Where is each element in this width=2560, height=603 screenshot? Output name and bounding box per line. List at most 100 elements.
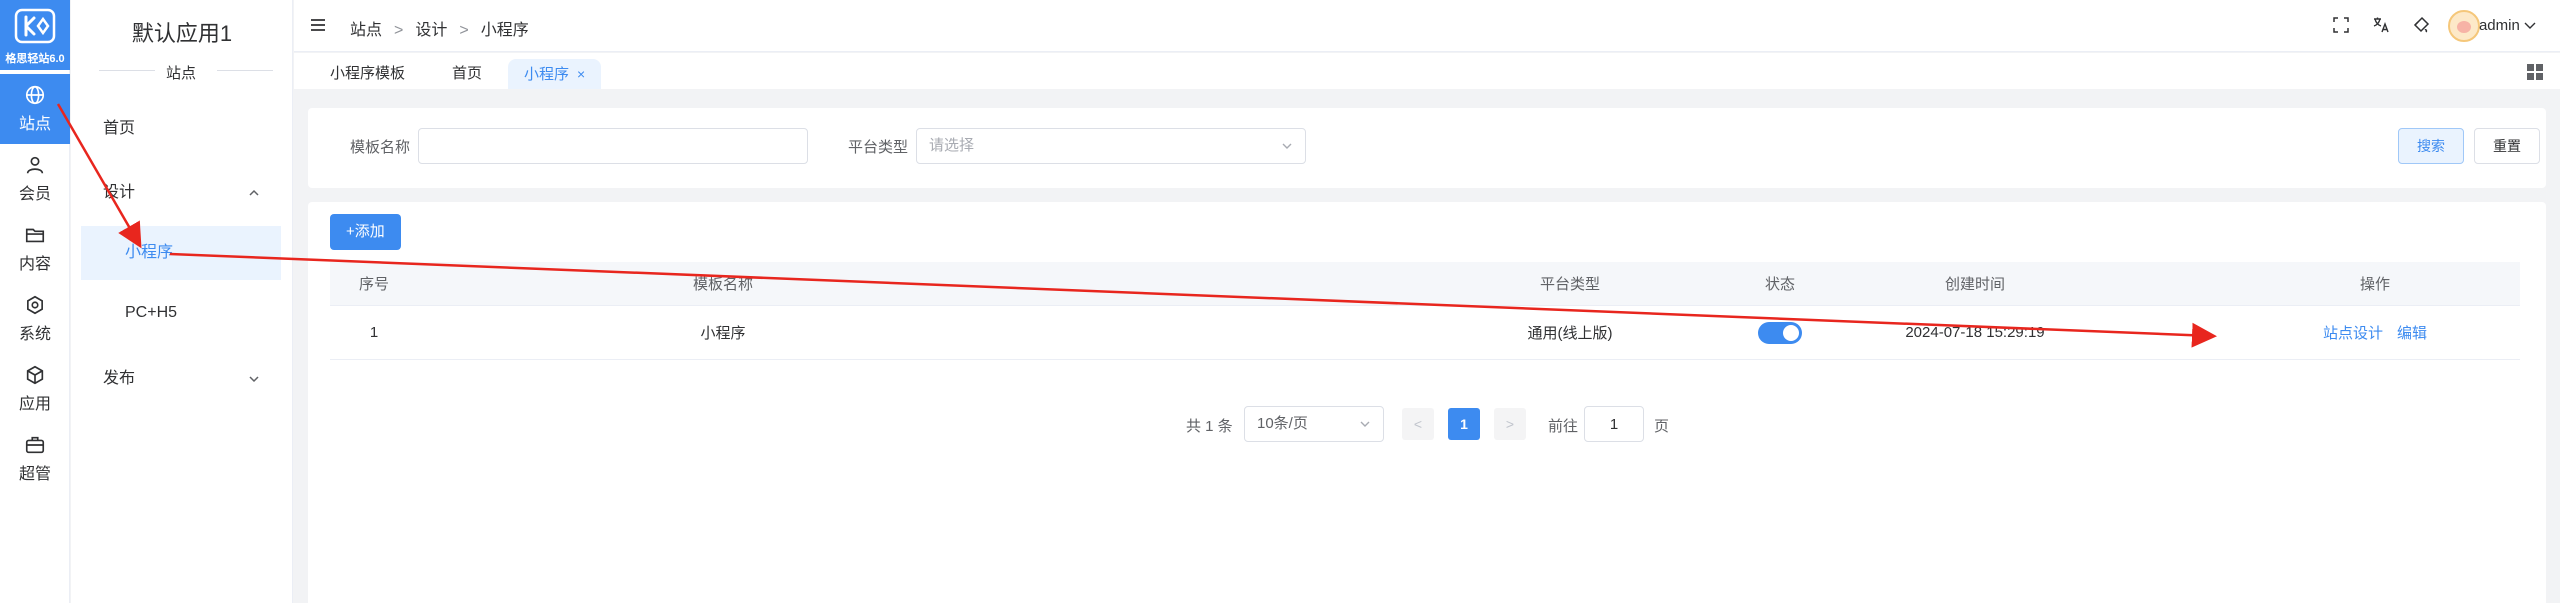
user-menu[interactable]: admin bbox=[2479, 17, 2536, 34]
icon-rail: 格思轻站6.0 站点 会员 内容 系统 应用 超管 bbox=[0, 0, 70, 603]
tab-label: 小程序模板 bbox=[330, 65, 406, 82]
breadcrumb-item[interactable]: 站点 bbox=[350, 22, 382, 39]
breadcrumb-separator: > bbox=[459, 22, 469, 39]
menu-item-miniprogram[interactable]: 小程序 bbox=[81, 226, 281, 280]
close-icon[interactable]: × bbox=[577, 66, 585, 82]
column-header: 序号 bbox=[358, 276, 389, 293]
rail-item-apps[interactable]: 应用 bbox=[0, 354, 70, 424]
menu-item-pc-h5[interactable]: PC+H5 bbox=[81, 286, 281, 340]
column-header: 创建时间 bbox=[1944, 276, 2005, 293]
folder-icon bbox=[25, 228, 45, 243]
page-size-value: 10条/页 bbox=[1257, 415, 1308, 432]
select-placeholder: 请选择 bbox=[929, 137, 975, 154]
rail-item-label: 超管 bbox=[18, 466, 51, 483]
app-title: 默认应用1 bbox=[131, 21, 233, 46]
secondary-menu: 默认应用1 站点 首页 设计 小程序 PC+H5 发布 bbox=[71, 0, 293, 603]
section-title: 站点 bbox=[165, 65, 196, 82]
user-icon bbox=[26, 156, 44, 174]
menu-item-label: 首页 bbox=[103, 120, 136, 137]
section-divider: 站点 bbox=[81, 60, 281, 82]
next-page-button[interactable]: > bbox=[1494, 408, 1526, 440]
pagination: 共 1 条 10条/页 < 1 > 前往 页 bbox=[308, 406, 2546, 442]
gear-icon bbox=[27, 295, 43, 315]
column-header: 状态 bbox=[1764, 276, 1795, 293]
template-name-label: 模板名称 bbox=[350, 139, 411, 156]
goto-page-input[interactable] bbox=[1584, 406, 1644, 442]
rail-item-label: 会员 bbox=[18, 186, 51, 203]
rail-item-site[interactable]: 站点 bbox=[0, 74, 70, 144]
avatar[interactable] bbox=[2448, 10, 2480, 42]
platform-type-select[interactable]: 请选择 bbox=[916, 128, 1306, 164]
language-icon[interactable] bbox=[2372, 16, 2390, 34]
tab-label: 首页 bbox=[452, 65, 483, 82]
status-switch[interactable] bbox=[1758, 321, 1802, 344]
menu-item-home[interactable]: 首页 bbox=[81, 102, 281, 156]
globe-icon bbox=[25, 85, 45, 105]
rail-item-system[interactable]: 系统 bbox=[0, 284, 70, 354]
fullscreen-icon[interactable] bbox=[2332, 16, 2350, 34]
reset-button[interactable]: 重置 bbox=[2474, 128, 2540, 164]
menu-item-publish[interactable]: 发布 bbox=[81, 352, 281, 406]
tab-home[interactable]: 首页 bbox=[436, 59, 498, 89]
chevron-down-icon bbox=[1282, 143, 1292, 149]
rail-item-label: 应用 bbox=[18, 396, 51, 413]
template-name-input[interactable] bbox=[418, 128, 808, 164]
logo-icon bbox=[14, 8, 56, 44]
theme-icon[interactable] bbox=[2412, 16, 2430, 34]
cell-created-time: 2024-07-18 15:29:19 bbox=[1905, 324, 2045, 341]
menu-item-label: 发布 bbox=[103, 370, 136, 387]
header-tools bbox=[2314, 16, 2430, 36]
chevron-down-icon bbox=[249, 376, 259, 383]
column-header: 平台类型 bbox=[1539, 276, 1600, 293]
edit-link[interactable]: 编辑 bbox=[2397, 322, 2427, 343]
rail-item-member[interactable]: 会员 bbox=[0, 144, 70, 214]
grid-icon[interactable] bbox=[2526, 63, 2544, 81]
logo[interactable]: 格思轻站6.0 bbox=[0, 0, 70, 70]
prev-page-button[interactable]: < bbox=[1402, 408, 1434, 440]
search-form: 模板名称 平台类型 请选择 搜索 重置 bbox=[308, 108, 2546, 188]
pagination-total: 共 1 条 bbox=[1186, 418, 1233, 435]
menu-item-label: 小程序 bbox=[125, 244, 174, 261]
rail-item-label: 系统 bbox=[18, 326, 51, 343]
rail-item-superadmin[interactable]: 超管 bbox=[0, 424, 70, 494]
top-header: 站点 > 设计 > 小程序 admin bbox=[294, 0, 2560, 52]
tab-label: 小程序 bbox=[524, 66, 570, 83]
breadcrumb-item-current: 小程序 bbox=[480, 22, 529, 39]
table-row: 1 小程序 通用(线上版) 2024-07-18 15:29:19 站点设计 编… bbox=[330, 306, 2520, 360]
site-design-link[interactable]: 站点设计 bbox=[2323, 322, 2383, 343]
column-header: 操作 bbox=[2359, 276, 2390, 293]
page-size-select[interactable]: 10条/页 bbox=[1244, 406, 1384, 442]
goto-prefix: 前往 bbox=[1548, 418, 1579, 435]
menu-toggle-icon[interactable] bbox=[310, 17, 326, 33]
table-card: +添加 序号 模板名称 平台类型 状态 创建时间 操作 1 小程序 通用(线上版… bbox=[308, 202, 2546, 603]
cell-status bbox=[1730, 306, 1830, 359]
logo-text: 格思轻站6.0 bbox=[5, 53, 65, 65]
cube-icon bbox=[26, 365, 44, 385]
rail-item-label: 内容 bbox=[18, 256, 51, 273]
chevron-down-icon bbox=[1360, 421, 1370, 427]
goto-suffix: 页 bbox=[1654, 418, 1670, 435]
platform-type-label: 平台类型 bbox=[848, 139, 909, 156]
page-button-1[interactable]: 1 bbox=[1448, 408, 1480, 440]
tab-bar: 小程序模板 首页 小程序 × bbox=[294, 53, 2560, 89]
briefcase-icon bbox=[25, 436, 45, 454]
cell-index: 1 bbox=[369, 324, 379, 341]
tab-template[interactable]: 小程序模板 bbox=[314, 59, 421, 89]
cell-template-name: 小程序 bbox=[700, 325, 746, 342]
breadcrumb: 站点 > 设计 > 小程序 bbox=[350, 16, 529, 40]
column-header: 模板名称 bbox=[692, 276, 753, 293]
rail-item-label: 站点 bbox=[18, 116, 51, 133]
menu-item-label: 设计 bbox=[103, 184, 136, 201]
cell-actions: 站点设计 编辑 bbox=[2230, 306, 2520, 359]
rail-item-content[interactable]: 内容 bbox=[0, 214, 70, 284]
cell-platform: 通用(线上版) bbox=[1527, 325, 1613, 342]
add-button[interactable]: +添加 bbox=[330, 214, 401, 250]
table-header: 序号 模板名称 平台类型 状态 创建时间 操作 bbox=[330, 262, 2520, 306]
user-name: admin bbox=[2478, 17, 2520, 34]
menu-item-design[interactable]: 设计 bbox=[81, 166, 281, 220]
tab-miniprogram[interactable]: 小程序 × bbox=[508, 59, 602, 89]
menu-item-label: PC+H5 bbox=[125, 304, 178, 321]
breadcrumb-separator: > bbox=[394, 22, 404, 39]
search-button[interactable]: 搜索 bbox=[2398, 128, 2464, 164]
breadcrumb-item[interactable]: 设计 bbox=[415, 22, 447, 39]
